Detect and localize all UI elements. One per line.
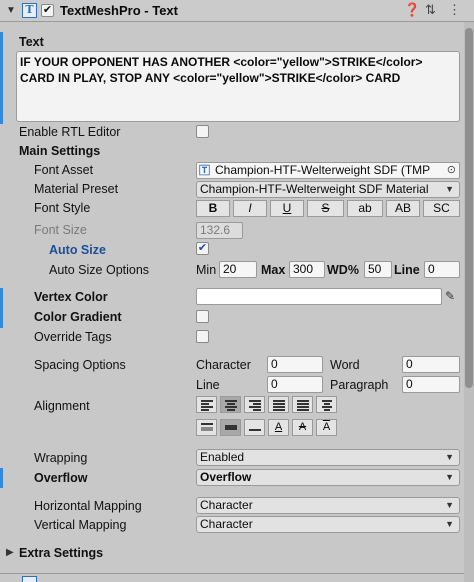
scrollbar-thumb[interactable] <box>465 28 473 388</box>
object-picker-icon[interactable]: ⊙ <box>446 163 456 178</box>
wrapping-value: Enabled <box>200 450 245 464</box>
enable-rtl-checkbox[interactable] <box>196 125 209 138</box>
vertical-mapping-label: Vertical Mapping <box>34 518 127 532</box>
align-midline-icon[interactable]: A <box>292 419 313 436</box>
checkmark-icon: ✔ <box>42 4 53 16</box>
word-spacing-label: Word <box>330 358 360 372</box>
alignment-label: Alignment <box>34 399 90 413</box>
more-icon[interactable]: ⋮ <box>448 2 461 18</box>
dropdown-arrow-icon: ▼ <box>445 500 454 510</box>
vertex-color-swatch[interactable] <box>196 288 442 305</box>
horizontal-mapping-value: Character <box>200 498 253 512</box>
align-left-icon[interactable] <box>196 396 217 413</box>
align-capline-icon[interactable]: A <box>316 419 337 436</box>
modified-marker <box>0 32 3 124</box>
component-title: TextMeshPro - Text <box>60 3 178 18</box>
align-geometry-center-icon[interactable] <box>316 396 337 413</box>
font-style-smallcaps-button[interactable]: SC <box>423 200 460 217</box>
eyedropper-icon[interactable]: ✎ <box>445 289 455 303</box>
auto-size-label: Auto Size <box>49 243 106 257</box>
align-top-icon[interactable] <box>196 419 217 436</box>
line-label: Line <box>394 263 420 277</box>
align-baseline-icon[interactable]: A <box>268 419 289 436</box>
help-icon[interactable]: ❓ <box>404 2 420 18</box>
foldout-arrow-icon[interactable]: ▶ <box>6 547 14 558</box>
font-size-label: Font Size <box>34 223 87 237</box>
max-label: Max <box>261 263 286 277</box>
dropdown-arrow-icon: ▼ <box>445 452 454 462</box>
color-gradient-label: Color Gradient <box>34 310 122 324</box>
line-field[interactable]: 0 <box>424 261 460 278</box>
vertical-mapping-dropdown[interactable]: Character ▼ <box>196 516 460 533</box>
min-label: Min <box>196 263 217 277</box>
font-style-uppercase-button[interactable]: AB <box>386 200 420 217</box>
material-preset-value: Champion-HTF-Welterweight SDF Material <box>200 182 429 196</box>
modified-marker <box>0 468 3 488</box>
auto-size-checkbox[interactable]: ✔ <box>196 242 209 255</box>
line-spacing-label: Line <box>196 378 220 392</box>
align-flush-icon[interactable] <box>292 396 313 413</box>
enable-rtl-label: Enable RTL Editor <box>19 125 121 139</box>
word-spacing-field[interactable]: 0 <box>402 356 460 373</box>
dropdown-arrow-icon: ▼ <box>445 472 454 482</box>
component-enabled-checkbox[interactable]: ✔ <box>41 4 54 17</box>
font-style-bold-button[interactable]: B <box>196 200 230 217</box>
line-spacing-field[interactable]: 0 <box>267 376 323 393</box>
vertical-mapping-value: Character <box>200 517 253 531</box>
font-style-italic-button[interactable]: I <box>233 200 267 217</box>
overflow-value: Overflow <box>200 470 252 484</box>
vertex-color-label: Vertex Color <box>34 290 108 304</box>
textmeshpro-icon: T <box>22 3 37 18</box>
extra-settings-header[interactable]: Extra Settings <box>19 546 103 560</box>
text-input-area[interactable]: IF YOUR OPPONENT HAS ANOTHER <color="yel… <box>16 51 460 122</box>
checkmark-icon: ✔ <box>197 242 208 254</box>
divider <box>0 573 464 574</box>
material-preset-label: Material Preset <box>34 182 119 196</box>
wrapping-dropdown[interactable]: Enabled ▼ <box>196 449 460 466</box>
max-field[interactable]: 300 <box>289 261 325 278</box>
align-justified-icon[interactable] <box>268 396 289 413</box>
font-style-lowercase-button[interactable]: ab <box>347 200 383 217</box>
paragraph-spacing-field[interactable]: 0 <box>402 376 460 393</box>
paragraph-spacing-label: Paragraph <box>330 378 389 392</box>
font-style-underline-button[interactable]: U <box>270 200 304 217</box>
font-asset-field[interactable]: 🅃 Champion-HTF-Welterweight SDF (TMP ⊙ <box>196 162 460 179</box>
spacing-options-label: Spacing Options <box>34 358 126 372</box>
align-center-icon[interactable] <box>220 396 241 413</box>
min-field[interactable]: 20 <box>219 261 257 278</box>
wd-field[interactable]: 50 <box>364 261 392 278</box>
font-style-strikethrough-button[interactable]: S <box>307 200 344 217</box>
text-label: Text <box>19 35 44 49</box>
character-spacing-label: Character <box>196 358 251 372</box>
font-asset-label: Font Asset <box>34 163 94 177</box>
font-size-field: 132.6 <box>196 222 243 239</box>
override-tags-label: Override Tags <box>34 330 112 344</box>
modified-marker <box>0 288 3 328</box>
color-gradient-checkbox[interactable] <box>196 310 209 323</box>
override-tags-checkbox[interactable] <box>196 330 209 343</box>
dropdown-arrow-icon: ▼ <box>445 184 454 194</box>
next-component-icon <box>22 576 37 582</box>
horizontal-mapping-dropdown[interactable]: Character ▼ <box>196 497 460 514</box>
align-bottom-icon[interactable] <box>244 419 265 436</box>
main-settings-header: Main Settings <box>19 144 101 158</box>
text-content: IF YOUR OPPONENT HAS ANOTHER <color="yel… <box>20 55 423 85</box>
align-middle-icon[interactable] <box>220 419 241 436</box>
foldout-arrow-icon[interactable]: ▼ <box>6 5 16 16</box>
overflow-label: Overflow <box>34 471 88 485</box>
component-header[interactable]: ▼ T ✔ TextMeshPro - Text ❓ ⇅ ⋮ <box>0 0 474 22</box>
wrapping-label: Wrapping <box>34 451 88 465</box>
font-asset-icon: 🅃 <box>199 164 210 177</box>
auto-size-options-label: Auto Size Options <box>49 263 150 277</box>
align-right-icon[interactable] <box>244 396 265 413</box>
preset-icon[interactable]: ⇅ <box>425 2 436 18</box>
font-style-label: Font Style <box>34 201 91 215</box>
dropdown-arrow-icon: ▼ <box>445 519 454 529</box>
character-spacing-field[interactable]: 0 <box>267 356 323 373</box>
material-preset-dropdown[interactable]: Champion-HTF-Welterweight SDF Material ▼ <box>196 181 460 198</box>
wd-label: WD% <box>327 263 359 277</box>
overflow-dropdown[interactable]: Overflow ▼ <box>196 469 460 486</box>
horizontal-mapping-label: Horizontal Mapping <box>34 499 142 513</box>
font-asset-value: Champion-HTF-Welterweight SDF (TMP <box>215 163 431 177</box>
